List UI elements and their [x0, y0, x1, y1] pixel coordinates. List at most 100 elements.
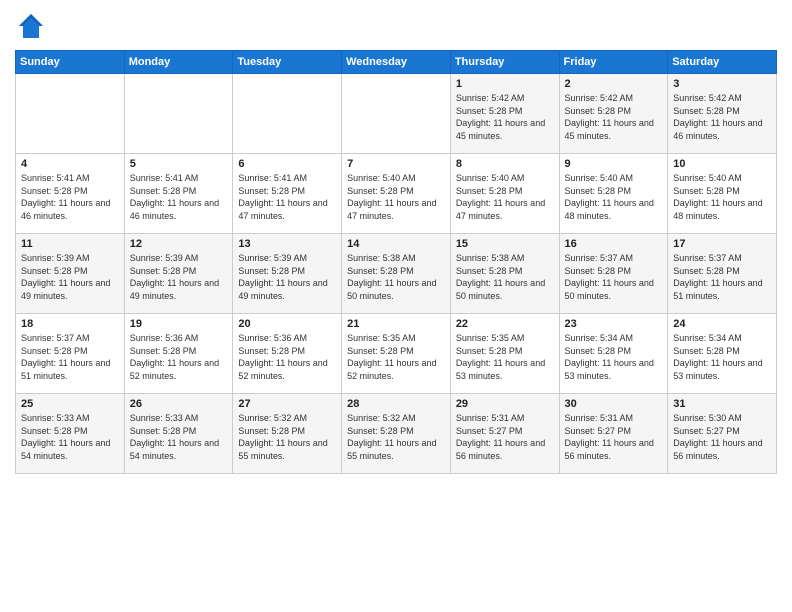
day-number: 14 — [347, 238, 445, 250]
daylight-text: Daylight: 11 hours and 56 minutes. — [673, 437, 771, 462]
day-number: 11 — [21, 238, 119, 250]
day-number: 18 — [21, 318, 119, 330]
day-info: Sunrise: 5:37 AMSunset: 5:28 PMDaylight:… — [673, 252, 771, 302]
day-number: 27 — [238, 398, 336, 410]
daylight-text: Daylight: 11 hours and 47 minutes. — [347, 197, 445, 222]
day-number: 4 — [21, 158, 119, 170]
day-info: Sunrise: 5:40 AMSunset: 5:28 PMDaylight:… — [565, 172, 663, 222]
sunset-text: Sunset: 5:28 PM — [21, 425, 119, 438]
day-number: 13 — [238, 238, 336, 250]
day-number: 3 — [673, 78, 771, 90]
sunset-text: Sunset: 5:28 PM — [130, 185, 228, 198]
day-number: 10 — [673, 158, 771, 170]
day-number: 24 — [673, 318, 771, 330]
day-info: Sunrise: 5:39 AMSunset: 5:28 PMDaylight:… — [130, 252, 228, 302]
day-number: 25 — [21, 398, 119, 410]
sunset-text: Sunset: 5:28 PM — [130, 345, 228, 358]
calendar-cell: 25 Sunrise: 5:33 AMSunset: 5:28 PMDayligh… — [16, 394, 125, 474]
sunrise-text: Sunrise: 5:42 AM — [673, 92, 771, 105]
sunset-text: Sunset: 5:28 PM — [565, 345, 663, 358]
sunset-text: Sunset: 5:27 PM — [456, 425, 554, 438]
weekday-header-row: SundayMondayTuesdayWednesdayThursdayFrid… — [16, 51, 777, 74]
sunrise-text: Sunrise: 5:37 AM — [565, 252, 663, 265]
sunrise-text: Sunrise: 5:38 AM — [347, 252, 445, 265]
daylight-text: Daylight: 11 hours and 49 minutes. — [21, 277, 119, 302]
daylight-text: Daylight: 11 hours and 46 minutes. — [21, 197, 119, 222]
day-number: 22 — [456, 318, 554, 330]
sunrise-text: Sunrise: 5:40 AM — [347, 172, 445, 185]
daylight-text: Daylight: 11 hours and 46 minutes. — [130, 197, 228, 222]
calendar-cell: 28 Sunrise: 5:32 AMSunset: 5:28 PMDayligh… — [342, 394, 451, 474]
daylight-text: Daylight: 11 hours and 55 minutes. — [347, 437, 445, 462]
day-info: Sunrise: 5:31 AMSunset: 5:27 PMDaylight:… — [565, 412, 663, 462]
day-number: 6 — [238, 158, 336, 170]
day-number: 12 — [130, 238, 228, 250]
sunrise-text: Sunrise: 5:35 AM — [347, 332, 445, 345]
sunset-text: Sunset: 5:28 PM — [21, 185, 119, 198]
day-info: Sunrise: 5:37 AMSunset: 5:28 PMDaylight:… — [565, 252, 663, 302]
daylight-text: Daylight: 11 hours and 53 minutes. — [673, 357, 771, 382]
weekday-header-tuesday: Tuesday — [233, 51, 342, 74]
sunset-text: Sunset: 5:28 PM — [347, 265, 445, 278]
sunset-text: Sunset: 5:27 PM — [565, 425, 663, 438]
calendar-cell: 13 Sunrise: 5:39 AMSunset: 5:28 PMDayligh… — [233, 234, 342, 314]
sunrise-text: Sunrise: 5:33 AM — [21, 412, 119, 425]
daylight-text: Daylight: 11 hours and 54 minutes. — [21, 437, 119, 462]
day-info: Sunrise: 5:41 AMSunset: 5:28 PMDaylight:… — [21, 172, 119, 222]
sunset-text: Sunset: 5:28 PM — [238, 185, 336, 198]
calendar-cell: 27Sunrise: 5:32 AMSunset: 5:28 PMDayligh… — [233, 394, 342, 474]
daylight-text: Daylight: 11 hours and 49 minutes. — [130, 277, 228, 302]
daylight-text: Daylight: 11 hours and 54 minutes. — [130, 437, 228, 462]
calendar-cell: 7Sunrise: 5:40 AMSunset: 5:28 PMDaylight… — [342, 154, 451, 234]
calendar-cell: 8 Sunrise: 5:40 AMSunset: 5:28 PMDaylight… — [450, 154, 559, 234]
calendar-cell: 5Sunrise: 5:41 AMSunset: 5:28 PMDaylight… — [124, 154, 233, 234]
calendar-week-2: 4 Sunrise: 5:41 AMSunset: 5:28 PMDaylight… — [16, 154, 777, 234]
sunset-text: Sunset: 5:28 PM — [347, 425, 445, 438]
calendar-cell: 23Sunrise: 5:34 AMSunset: 5:28 PMDayligh… — [559, 314, 668, 394]
day-number: 28 — [347, 398, 445, 410]
sunrise-text: Sunrise: 5:34 AM — [565, 332, 663, 345]
day-info: Sunrise: 5:39 AMSunset: 5:28 PMDaylight:… — [21, 252, 119, 302]
sunrise-text: Sunrise: 5:36 AM — [130, 332, 228, 345]
sunset-text: Sunset: 5:28 PM — [130, 425, 228, 438]
calendar-cell: 4 Sunrise: 5:41 AMSunset: 5:28 PMDaylight… — [16, 154, 125, 234]
calendar-week-1: 1Sunrise: 5:42 AMSunset: 5:28 PMDaylight… — [16, 74, 777, 154]
page: SundayMondayTuesdayWednesdayThursdayFrid… — [0, 0, 792, 612]
day-number: 16 — [565, 238, 663, 250]
calendar-cell: 1Sunrise: 5:42 AMSunset: 5:28 PMDaylight… — [450, 74, 559, 154]
calendar-week-3: 11Sunrise: 5:39 AMSunset: 5:28 PMDayligh… — [16, 234, 777, 314]
sunset-text: Sunset: 5:28 PM — [21, 345, 119, 358]
day-info: Sunrise: 5:41 AMSunset: 5:28 PMDaylight:… — [238, 172, 336, 222]
day-number: 8 — [456, 158, 554, 170]
day-info: Sunrise: 5:32 AMSunset: 5:28 PMDaylight:… — [347, 412, 445, 462]
logo — [15, 10, 51, 42]
sunrise-text: Sunrise: 5:40 AM — [673, 172, 771, 185]
daylight-text: Daylight: 11 hours and 53 minutes. — [565, 357, 663, 382]
day-number: 7 — [347, 158, 445, 170]
day-info: Sunrise: 5:34 AMSunset: 5:28 PMDaylight:… — [673, 332, 771, 382]
sunrise-text: Sunrise: 5:39 AM — [21, 252, 119, 265]
calendar-cell: 11 Sunrise: 5:39 AMSunset: 5:28 PMDayligh… — [16, 234, 125, 314]
sunset-text: Sunset: 5:28 PM — [238, 425, 336, 438]
day-number: 20 — [238, 318, 336, 330]
day-number: 15 — [456, 238, 554, 250]
header — [15, 10, 777, 42]
day-info: Sunrise: 5:31 AMSunset: 5:27 PMDaylight:… — [456, 412, 554, 462]
daylight-text: Daylight: 11 hours and 45 minutes. — [456, 117, 554, 142]
calendar-cell: 30 Sunrise: 5:31 AMSunset: 5:27 PMDayligh… — [559, 394, 668, 474]
calendar-cell: 24 Sunrise: 5:34 AMSunset: 5:28 PMDayligh… — [668, 314, 777, 394]
day-number: 21 — [347, 318, 445, 330]
day-number: 30 — [565, 398, 663, 410]
daylight-text: Daylight: 11 hours and 52 minutes. — [347, 357, 445, 382]
day-info: Sunrise: 5:36 AMSunset: 5:28 PMDaylight:… — [130, 332, 228, 382]
day-info: Sunrise: 5:33 AMSunset: 5:28 PMDaylight:… — [130, 412, 228, 462]
day-info: Sunrise: 5:36 AMSunset: 5:28 PMDaylight:… — [238, 332, 336, 382]
day-info: Sunrise: 5:38 AMSunset: 5:28 PMDaylight:… — [347, 252, 445, 302]
day-info: Sunrise: 5:40 AMSunset: 5:28 PMDaylight:… — [673, 172, 771, 222]
day-number: 1 — [456, 78, 554, 90]
day-number: 17 — [673, 238, 771, 250]
sunrise-text: Sunrise: 5:39 AM — [130, 252, 228, 265]
day-info: Sunrise: 5:39 AMSunset: 5:28 PMDaylight:… — [238, 252, 336, 302]
daylight-text: Daylight: 11 hours and 52 minutes. — [130, 357, 228, 382]
day-info: Sunrise: 5:40 AMSunset: 5:28 PMDaylight:… — [456, 172, 554, 222]
